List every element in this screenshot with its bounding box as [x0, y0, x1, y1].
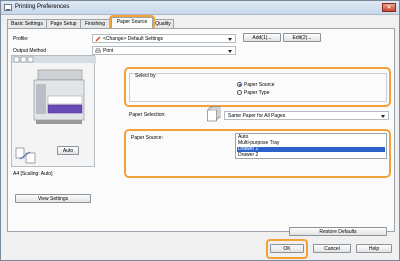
auto-preview-button[interactable]: Auto [57, 146, 79, 155]
pages-stack-icon [207, 106, 221, 122]
chevron-down-icon [381, 115, 385, 118]
add-profile-button[interactable]: Add(1)... [243, 33, 281, 42]
select-by-label: Select by [135, 73, 156, 79]
output-method-label: Output Method [13, 48, 47, 54]
paper-selection-dropdown[interactable]: Same Paper for All Pages [224, 111, 389, 120]
ok-button[interactable]: OK [270, 244, 304, 253]
chevron-down-icon [228, 50, 232, 53]
list-item-selected[interactable]: Drawer 1 [237, 147, 385, 152]
list-item[interactable]: Multi-purpose Tray [237, 141, 385, 146]
chevron-down-icon [228, 38, 232, 41]
view-settings-button[interactable]: View Settings [15, 194, 91, 203]
paper-source-label: Paper Source: [131, 135, 163, 141]
tab-quality[interactable]: Quality [152, 19, 174, 28]
printer-icon [4, 4, 12, 11]
output-method-dropdown[interactable]: Print [92, 46, 236, 55]
radio-paper-source[interactable] [237, 82, 242, 87]
edit-profile-button[interactable]: Edit(2)... [283, 33, 321, 42]
radio-paper-source-label: Paper Source [244, 82, 275, 88]
paper-source-listbox[interactable]: Auto Multi-purpose Tray Drawer 1 Drawer … [235, 133, 387, 159]
tab-finishing[interactable]: Finishing [80, 19, 110, 28]
help-button[interactable]: Help [356, 244, 392, 253]
radio-paper-type-label: Paper Type [244, 90, 270, 96]
profile-value: <Change> Default Settings [103, 36, 164, 42]
paper-selection-label: Paper Selection: [129, 112, 166, 118]
output-method-value: Print [103, 48, 114, 54]
title-bar: Printing Preferences ✕ [1, 1, 399, 15]
paper-size-caption: A4 [Scaling: Auto] [13, 171, 53, 177]
radio-paper-type[interactable] [237, 90, 242, 95]
tab-basic-settings[interactable]: Basic Settings [7, 19, 47, 28]
cancel-button[interactable]: Cancel [313, 244, 351, 253]
pencil-icon [95, 36, 101, 42]
printing-preferences-window: Printing Preferences ✕ Basic Settings Pa… [0, 0, 400, 261]
profile-label: Profile: [13, 36, 29, 42]
restore-defaults-button[interactable]: Restore Defaults [289, 227, 387, 236]
close-button[interactable]: ✕ [382, 3, 396, 12]
profile-dropdown[interactable]: <Change> Default Settings [92, 34, 236, 43]
printer-small-icon [95, 48, 101, 53]
paper-selection-value: Same Paper for All Pages [228, 113, 286, 119]
list-item[interactable]: Drawer 2 [237, 153, 385, 158]
window-title: Printing Preferences [15, 4, 70, 10]
print-direction-icon [15, 147, 36, 164]
tab-page-setup[interactable]: Page Setup [46, 19, 81, 28]
